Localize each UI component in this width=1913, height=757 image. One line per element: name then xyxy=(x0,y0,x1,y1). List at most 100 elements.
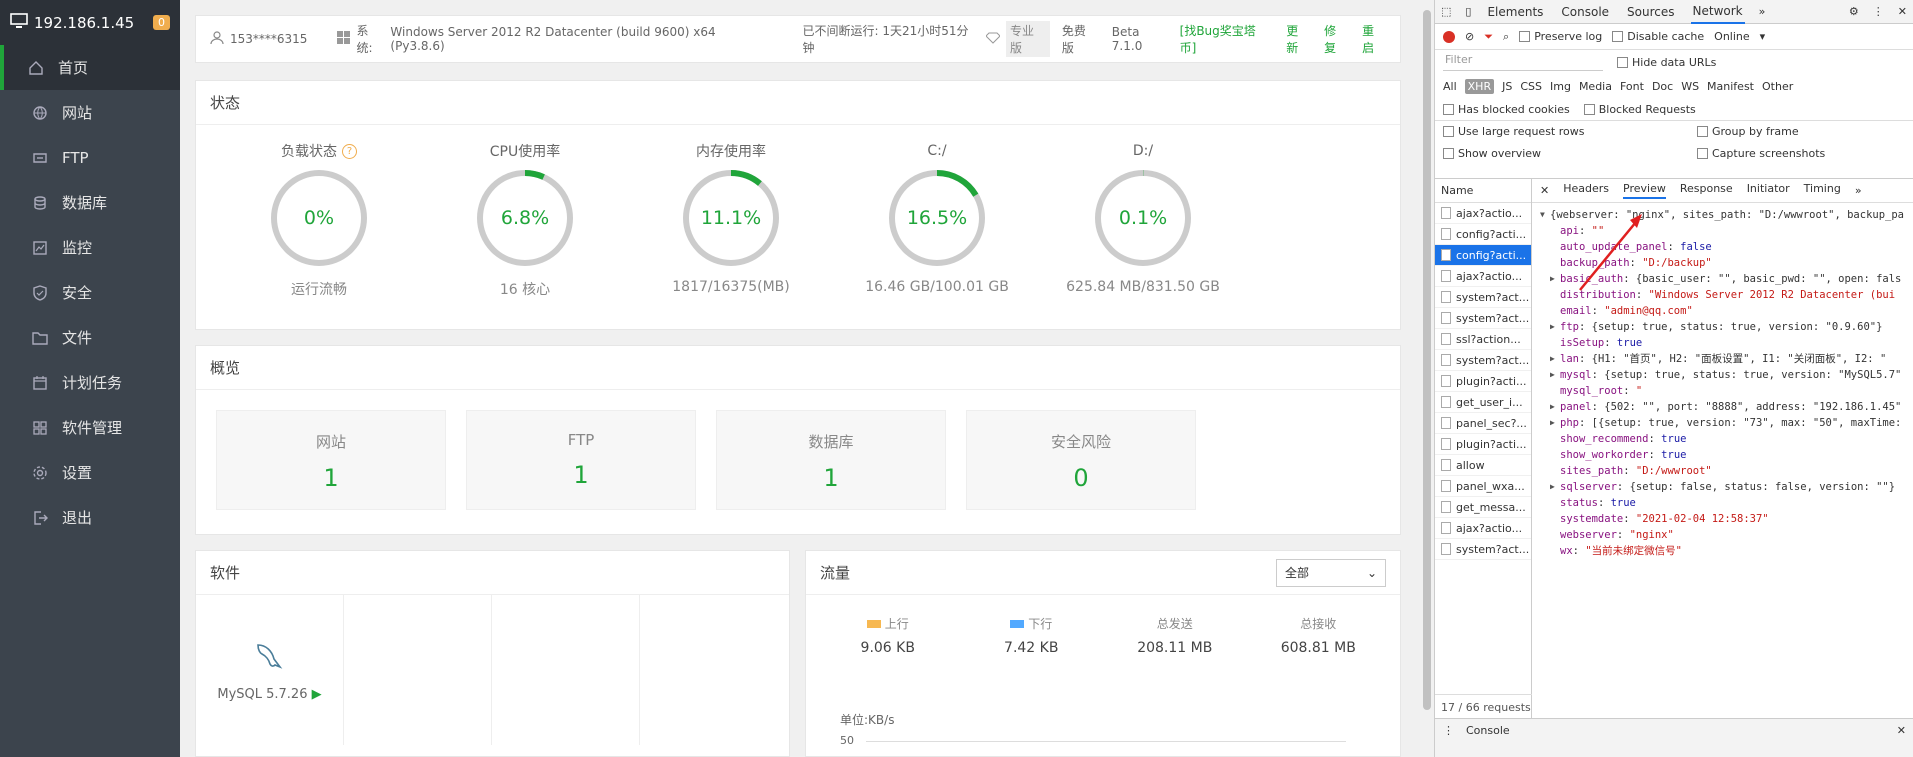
request-row[interactable]: config?acti... xyxy=(1435,245,1531,266)
json-line[interactable]: backup_path: "D:/backup" xyxy=(1540,255,1913,271)
json-line[interactable]: show_recommend: true xyxy=(1540,431,1913,447)
blocked-cookies-checkbox[interactable]: Has blocked cookies xyxy=(1443,103,1570,116)
type-filter-manifest[interactable]: Manifest xyxy=(1707,80,1754,93)
type-filter-media[interactable]: Media xyxy=(1579,80,1612,93)
type-filter-other[interactable]: Other xyxy=(1762,80,1793,93)
type-filter-font[interactable]: Font xyxy=(1620,80,1644,93)
device-toggle-icon[interactable]: ▯ xyxy=(1465,5,1471,18)
more-tabs-icon[interactable]: » xyxy=(1759,5,1766,18)
sidebar-item-10[interactable]: 退出 xyxy=(0,495,180,540)
request-row[interactable]: plugin?acti... xyxy=(1435,371,1531,392)
gauge-3[interactable]: C:/ 16.5% 16.46 GB/100.01 GB xyxy=(834,141,1040,299)
sidebar-item-2[interactable]: FTP xyxy=(0,135,180,180)
request-row[interactable]: panel_sec?... xyxy=(1435,413,1531,434)
request-row[interactable]: config?acti... xyxy=(1435,224,1531,245)
detail-tab-headers[interactable]: Headers xyxy=(1563,182,1609,199)
sidebar-item-3[interactable]: 数据库 xyxy=(0,180,180,225)
json-line[interactable]: ▶ php: [{setup: true, version: "73", max:… xyxy=(1540,415,1913,431)
pro-badge[interactable]: 专业版 xyxy=(1005,21,1050,57)
filter-icon[interactable]: ⏷ xyxy=(1484,30,1493,44)
close-icon[interactable]: ✕ xyxy=(1897,724,1906,737)
user-account[interactable]: 153****6315 xyxy=(230,32,307,46)
json-line[interactable]: ▼ {webserver: "nginx", sites_path: "D:/ww… xyxy=(1540,207,1913,223)
record-icon[interactable] xyxy=(1443,30,1455,43)
json-line[interactable]: ▶ sqlserver: {setup: false, status: false… xyxy=(1540,479,1913,495)
play-icon[interactable]: ▶ xyxy=(312,687,322,702)
gauge-2[interactable]: 内存使用率 11.1% 1817/16375(MB) xyxy=(628,141,834,299)
json-line[interactable]: mysql_root: " xyxy=(1540,383,1913,399)
help-icon[interactable]: ? xyxy=(342,143,357,159)
detail-tab-initiator[interactable]: Initiator xyxy=(1747,182,1790,199)
close-icon[interactable]: ✕ xyxy=(1898,5,1907,18)
request-row[interactable]: ajax?actio... xyxy=(1435,203,1531,224)
overview-box-3[interactable]: 安全风险 0 xyxy=(966,410,1196,510)
tab-console-drawer[interactable]: Console xyxy=(1466,724,1510,737)
request-row[interactable]: plugin?acti... xyxy=(1435,434,1531,455)
json-line[interactable]: isSetup: true xyxy=(1540,335,1913,351)
sidebar-item-6[interactable]: 文件 xyxy=(0,315,180,360)
request-row[interactable]: get_user_i... xyxy=(1435,392,1531,413)
disable-cache-checkbox[interactable]: Disable cache xyxy=(1612,30,1704,43)
repair-link[interactable]: 修复 xyxy=(1324,22,1348,56)
type-filter-css[interactable]: CSS xyxy=(1520,80,1542,93)
update-link[interactable]: 更新 xyxy=(1286,22,1310,56)
json-line[interactable]: ▶ mysql: {setup: true, status: true, vers… xyxy=(1540,367,1913,383)
blocked-requests-checkbox[interactable]: Blocked Requests xyxy=(1583,103,1696,116)
request-row[interactable]: system?act... xyxy=(1435,350,1531,371)
tab-network[interactable]: Network xyxy=(1690,0,1745,24)
json-line[interactable]: wx: "当前未绑定微信号" xyxy=(1540,543,1913,559)
type-filter-doc[interactable]: Doc xyxy=(1652,80,1673,93)
request-row[interactable]: get_messa... xyxy=(1435,497,1531,518)
request-row[interactable]: system?act... xyxy=(1435,287,1531,308)
gauge-1[interactable]: CPU使用率 6.8% 16 核心 xyxy=(422,141,628,299)
more-tabs-icon[interactable]: » xyxy=(1855,184,1862,197)
json-line[interactable]: webserver: "nginx" xyxy=(1540,527,1913,543)
overview-box-0[interactable]: 网站 1 xyxy=(216,410,446,510)
group-by-frame-checkbox[interactable]: Group by frame xyxy=(1697,125,1799,138)
name-column-header[interactable]: Name xyxy=(1435,179,1531,203)
request-row[interactable]: allow xyxy=(1435,455,1531,476)
hide-data-urls-checkbox[interactable]: Hide data URLs xyxy=(1617,56,1716,69)
search-icon[interactable]: ⌕ xyxy=(1503,30,1509,44)
gauge-0[interactable]: 负载状态? 0% 运行流畅 xyxy=(216,141,422,299)
throttle-select[interactable]: Online xyxy=(1714,30,1749,43)
software-item-mysql[interactable]: MySQL 5.7.26 ▶ xyxy=(196,595,344,745)
restart-link[interactable]: 重启 xyxy=(1362,22,1386,56)
request-row[interactable]: system?act... xyxy=(1435,308,1531,329)
json-line[interactable]: ▶ lan: {H1: "首页", H2: "面板设置", I1: "关闭面板",… xyxy=(1540,351,1913,367)
json-line[interactable]: email: "admin@qq.com" xyxy=(1540,303,1913,319)
request-row[interactable]: system?act... xyxy=(1435,539,1531,560)
tab-sources[interactable]: Sources xyxy=(1625,1,1676,23)
json-line[interactable]: ▶ basic_auth: {basic_user: "", basic_pwd:… xyxy=(1540,271,1913,287)
request-row[interactable]: ajax?actio... xyxy=(1435,266,1531,287)
sidebar-item-5[interactable]: 安全 xyxy=(0,270,180,315)
detail-tab-preview[interactable]: Preview xyxy=(1623,182,1666,199)
type-filter-ws[interactable]: WS xyxy=(1681,80,1699,93)
json-line[interactable]: ▶ panel: {502: "", port: "8888", address:… xyxy=(1540,399,1913,415)
clear-icon[interactable]: ⊘ xyxy=(1465,30,1474,43)
detail-tab-response[interactable]: Response xyxy=(1680,182,1733,199)
json-line[interactable]: distribution: "Windows Server 2012 R2 Da… xyxy=(1540,287,1913,303)
request-row[interactable]: panel_wxa... xyxy=(1435,476,1531,497)
type-filter-js[interactable]: JS xyxy=(1502,80,1512,93)
gauge-4[interactable]: D:/ 0.1% 625.84 MB/831.50 GB xyxy=(1040,141,1246,299)
json-line[interactable]: systemdate: "2021-02-04 12:58:37" xyxy=(1540,511,1913,527)
type-filter-all[interactable]: All xyxy=(1443,80,1457,93)
large-rows-checkbox[interactable]: Use large request rows xyxy=(1443,125,1683,138)
filter-input[interactable]: Filter xyxy=(1443,53,1603,71)
kebab-menu-icon[interactable]: ⋮ xyxy=(1443,724,1454,737)
inspect-icon[interactable]: ⬚ xyxy=(1441,5,1451,18)
sidebar-item-7[interactable]: 计划任务 xyxy=(0,360,180,405)
bug-bounty-link[interactable]: [找Bug奖宝塔币] xyxy=(1180,22,1273,56)
sidebar-item-4[interactable]: 监控 xyxy=(0,225,180,270)
json-line[interactable]: sites_path: "D:/wwwroot" xyxy=(1540,463,1913,479)
overview-box-1[interactable]: FTP 1 xyxy=(466,410,696,510)
json-line[interactable]: auto_update_panel: false xyxy=(1540,239,1913,255)
type-filter-img[interactable]: Img xyxy=(1550,80,1571,93)
json-line[interactable]: api: "" xyxy=(1540,223,1913,239)
request-row[interactable]: ajax?actio... xyxy=(1435,518,1531,539)
traffic-interface-select[interactable]: 全部 ⌄ xyxy=(1276,558,1386,587)
tab-elements[interactable]: Elements xyxy=(1485,1,1545,23)
kebab-menu-icon[interactable]: ⋮ xyxy=(1873,5,1884,18)
json-line[interactable]: status: true xyxy=(1540,495,1913,511)
